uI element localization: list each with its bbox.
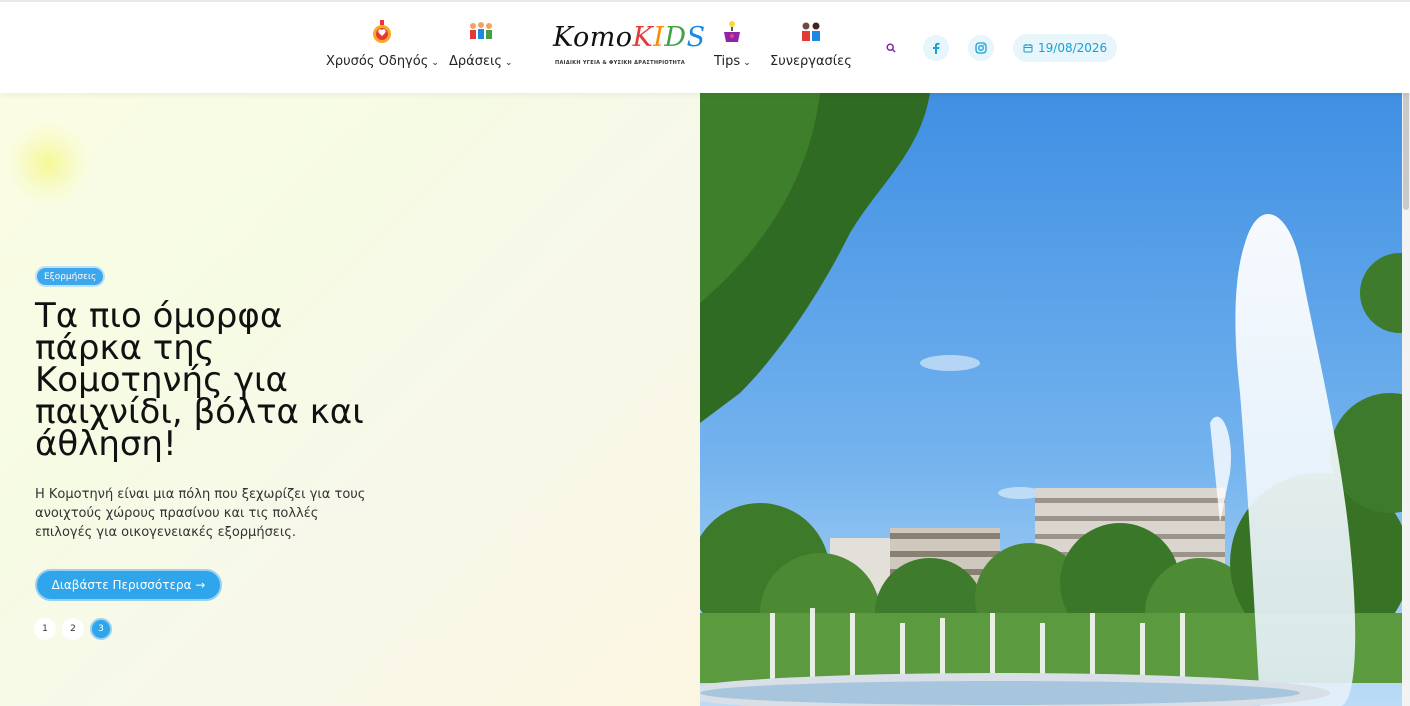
instagram-button[interactable] [968, 35, 994, 61]
site-header: Χρυσός Οδηγός ⌄ Δράσεις ⌄ KomoKIDS ΠΑΙΔΙΚΗ… [0, 0, 1410, 93]
calendar-icon [1023, 44, 1033, 53]
decorative-glow [8, 123, 88, 203]
page-scrollbar[interactable] [1402, 0, 1410, 706]
hero-park-fountain-image[interactable] [700, 93, 1402, 706]
nav-label: Συνεργασίες [770, 54, 852, 69]
search-icon [886, 43, 896, 53]
chevron-down-icon: ⌄ [431, 58, 439, 68]
search-button[interactable] [878, 35, 904, 61]
lightbulb-cup-icon [719, 20, 745, 44]
facebook-icon [933, 42, 940, 54]
date-badge: 19/08/2026 [1013, 34, 1118, 62]
gold-medal-icon [369, 20, 395, 44]
logo-letter: D [664, 22, 687, 53]
nav-item-golden-guide[interactable]: Χρυσός Οδηγός ⌄ [326, 20, 439, 69]
kids-pair-icon [798, 20, 824, 44]
logo-letter: I [653, 22, 665, 53]
read-more-button[interactable]: Διαβάστε Περισσότερα → [35, 569, 222, 601]
logo-letter: S [686, 22, 706, 53]
hero-title[interactable]: Τα πιο όμορφα πάρκα της Κομοτηνής για πα… [35, 299, 365, 461]
logo-wordmark: KomoKIDS [553, 22, 706, 53]
logo-subtitle: ΠΑΙΔΙΚΗ ΥΓΕΙΑ & ΦΥΣΙΚΗ ΔΡΑΣΤΗΡΙΟΤΗΤΑ [555, 60, 686, 66]
slider-pagination: 1 2 3 [34, 618, 112, 640]
slide-page-3[interactable]: 3 [90, 618, 112, 640]
slide-page-1[interactable]: 1 [34, 618, 56, 640]
logo-part: Komo [553, 22, 633, 53]
kids-group-icon [468, 20, 494, 44]
instagram-icon [975, 42, 987, 54]
nav-item-tips[interactable]: Tips ⌄ [714, 20, 751, 69]
date-text: 19/08/2026 [1038, 41, 1108, 55]
nav-item-actions[interactable]: Δράσεις ⌄ [449, 20, 513, 69]
site-logo[interactable]: KomoKIDS ΠΑΙΔΙΚΗ ΥΓΕΙΑ & ΦΥΣΙΚΗ ΔΡΑΣΤΗΡΙ… [553, 22, 705, 74]
nav-label: Tips [714, 54, 741, 69]
chevron-down-icon: ⌄ [505, 58, 513, 68]
nav-item-partnerships[interactable]: Συνεργασίες [770, 20, 852, 69]
logo-letter: K [632, 22, 654, 53]
chevron-down-icon: ⌄ [743, 58, 751, 68]
facebook-button[interactable] [923, 35, 949, 61]
hero-content: Εξορμήσεις Τα πιο όμορφα πάρκα της Κομοτ… [0, 93, 700, 706]
nav-label: Δράσεις [449, 54, 503, 69]
hero-description: Η Κομοτηνή είναι μια πόλη που ξεχωρίζει … [35, 487, 366, 540]
slide-page-2[interactable]: 2 [62, 618, 84, 640]
category-badge[interactable]: Εξορμήσεις [35, 266, 106, 287]
nav-label: Χρυσός Οδηγός [326, 54, 429, 69]
